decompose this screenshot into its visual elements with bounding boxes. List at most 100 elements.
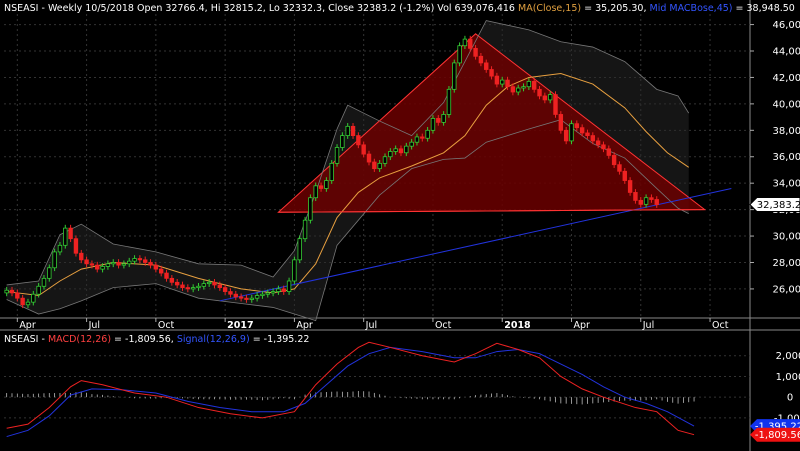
candle-body [286,280,292,292]
candle-body [121,263,127,266]
macd-value-label: -1,809.56 [755,430,800,441]
candle-body [153,264,159,270]
y-tick-label: 46,000 [773,20,800,31]
candle-body [462,38,468,47]
candle-body [484,62,489,70]
candle-body [41,277,47,287]
candle-body [510,86,516,93]
candle-body [222,287,228,292]
candle-body [654,199,659,205]
x-tick-label: Oct [158,320,175,331]
header-segment: = 38,948.50 [733,3,795,14]
candle-body [420,136,425,139]
candle-body [579,127,585,134]
macd-header: NSEASI - MACD(12,26) = -1,809.56, Signal… [4,334,309,345]
candle-body [57,244,63,253]
candle-body [590,135,596,142]
candle-body [233,293,238,298]
candle-body [217,284,223,288]
candle-body [638,199,643,205]
candle-body [4,289,9,294]
candle-body [340,135,345,148]
candle-body [366,153,372,163]
candle-body [276,288,281,292]
candle-body [622,170,627,181]
candle-body [382,156,388,164]
candle-body [372,161,377,170]
candle-body [196,285,201,288]
candle-body [265,292,270,295]
candle-body [494,75,500,85]
candle-body [516,87,521,93]
candle-body [281,288,286,292]
y-tick-label: 40,000 [773,99,800,110]
header-segment: Mid MACBose,45) [650,3,733,14]
candle-body [574,123,580,129]
y-tick-label: 38,000 [773,126,800,137]
candle-body [388,151,393,158]
header-segment: NSEASI - Weekly 10/5/2018 Open 32766.4, … [4,3,518,14]
candle-body [254,295,260,299]
chart-background [0,0,800,451]
candle-body [569,123,574,142]
candle-body [414,136,420,143]
header-segment: MACD(12,26) [48,334,111,345]
candle-body [111,262,116,265]
x-tick-label: Jul [88,320,100,331]
candle-body [547,94,553,101]
candle-body [201,283,207,287]
candle-body [116,262,121,266]
candle-body [452,62,457,90]
candle-body [137,258,143,261]
candle-body [334,147,340,164]
price-header: NSEASI - Weekly 10/5/2018 Open 32766.4, … [4,3,795,14]
candle-body [521,86,526,89]
x-tick-label: Apr [19,320,36,331]
candle-body [185,287,191,290]
candle-body [15,292,20,299]
candle-body [158,268,164,274]
header-segment: = -1,395.22 [250,334,310,345]
candle-body [393,148,398,152]
last-price-label: 32,383.2 [757,200,800,211]
candle-body [446,88,452,115]
candle-body [260,293,265,296]
x-tick-label: 2017 [227,320,253,331]
candle-body [526,81,532,88]
candle-body [20,297,25,306]
y-tick-label: 0 [787,393,793,404]
candle-body [206,281,212,285]
candle-body [244,297,249,300]
candle-body [68,227,73,240]
candle-body [537,88,542,97]
y-tick-label: 28,000 [773,258,800,269]
candle-body [100,266,105,270]
candle-body [174,281,180,286]
candle-body [127,260,132,265]
candle-body [505,79,510,88]
candle-body [345,125,350,136]
stock-chart: 26,00028,00030,00032,00034,00036,00038,0… [0,0,800,451]
candle-body [292,259,297,282]
x-tick-label: Jul [365,320,377,331]
candle-body [377,162,382,170]
y-tick-label: 34,000 [773,179,800,190]
candle-body [313,185,318,199]
candle-body [500,79,505,85]
candle-body [409,141,414,147]
candle-body [617,164,622,172]
candle-body [457,45,462,64]
candle-body [164,272,169,279]
candle-body [611,155,617,166]
candle-body [649,197,654,200]
candle-body [324,180,329,189]
y-tick-label: 26,000 [773,284,800,295]
candle-body [361,144,366,155]
candle-body [25,301,31,306]
candle-body [398,148,404,154]
candle-body [228,291,233,295]
candle-body [169,277,175,283]
candle-body [468,38,473,49]
candle-body [297,238,302,261]
candle-body [308,197,313,221]
